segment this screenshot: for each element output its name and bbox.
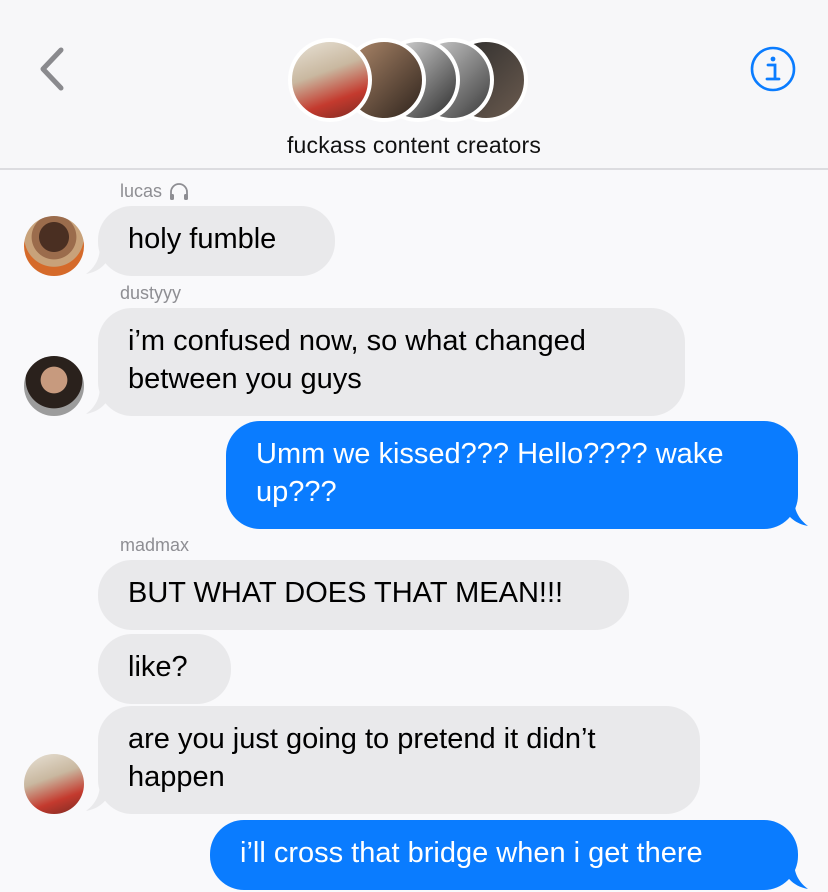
avatar[interactable]	[24, 216, 84, 276]
message-text: i’m confused now, so what changed betwee…	[128, 325, 586, 395]
sender-label: madmax	[120, 535, 190, 555]
message-bubble[interactable]: holy fumble	[98, 206, 335, 276]
sender-name: lucas	[120, 181, 190, 202]
sender-label: dustyyy	[120, 283, 182, 303]
message-text: like?	[128, 651, 188, 683]
message-bubble[interactable]: i’ll cross that bridge when i get there	[210, 820, 798, 890]
message-bubble[interactable]: like?	[98, 634, 231, 704]
sender-name: madmax	[120, 535, 189, 556]
chevron-left-icon	[40, 47, 64, 91]
group-name[interactable]: fuckass content creators	[0, 132, 828, 159]
message-text: i’ll cross that bridge when i get there	[240, 837, 703, 869]
message-text: Umm we kissed??? Hello???? wake up???	[256, 438, 724, 508]
airpods-icon	[170, 182, 189, 200]
avatar[interactable]	[24, 356, 84, 416]
message-bubble[interactable]: i’m confused now, so what changed betwee…	[98, 308, 685, 416]
message-thread: lucas holy fumble dustyyy i’m confused n…	[0, 172, 828, 892]
sender-name: dustyyy	[120, 283, 181, 304]
avatar[interactable]	[24, 754, 84, 814]
info-icon[interactable]	[749, 45, 797, 93]
group-avatar-stack[interactable]	[288, 38, 528, 122]
group-member-avatar	[288, 38, 372, 122]
back-button[interactable]	[30, 44, 74, 94]
message-text: are you just going to pretend it didn’t …	[128, 723, 596, 793]
conversation-header: fuckass content creators	[0, 0, 828, 170]
message-text: holy fumble	[128, 223, 277, 255]
message-bubble[interactable]: Umm we kissed??? Hello???? wake up???	[226, 421, 798, 529]
message-bubble[interactable]: BUT WHAT DOES THAT MEAN!!!	[98, 560, 629, 630]
message-bubble[interactable]: are you just going to pretend it didn’t …	[98, 706, 700, 814]
message-text: BUT WHAT DOES THAT MEAN!!!	[128, 577, 564, 609]
sender-label: lucas	[120, 181, 163, 201]
